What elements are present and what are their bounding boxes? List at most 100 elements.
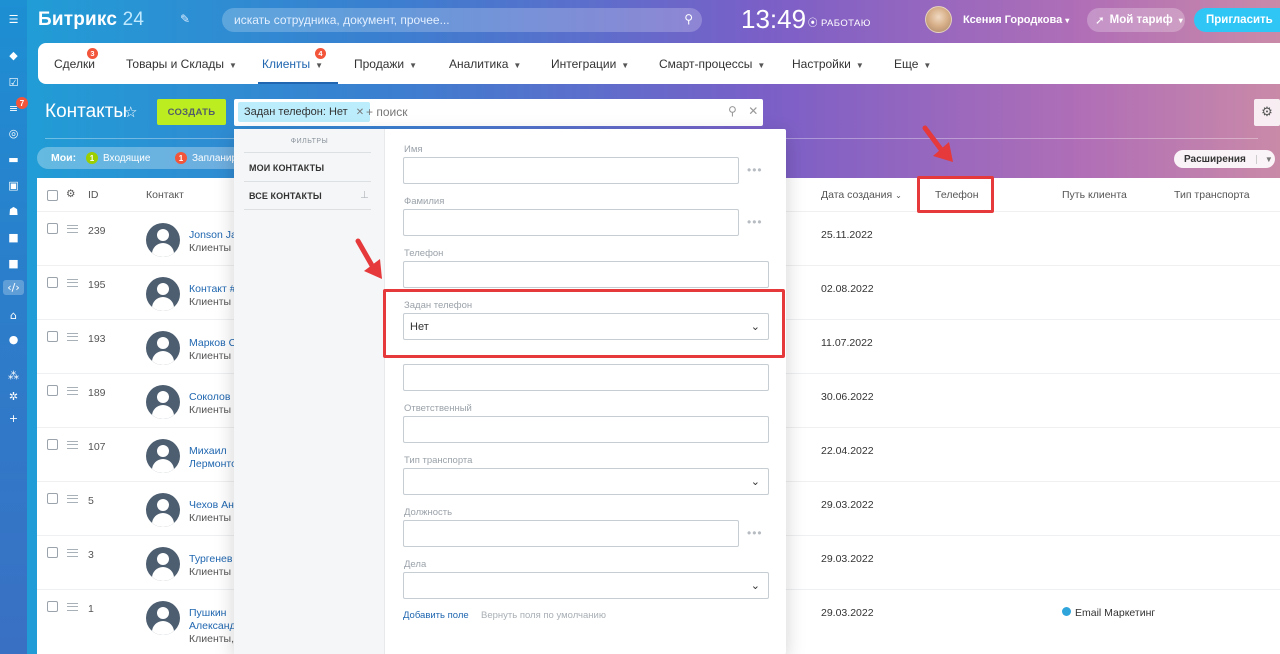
row-menu-icon[interactable] (67, 603, 78, 611)
work-status[interactable]: ⦿ РАБОТАЮ (808, 15, 871, 29)
select-all-checkbox[interactable] (47, 190, 58, 201)
contact-name-link-2[interactable]: Александ (189, 620, 236, 632)
menu-item-goods[interactable]: Товары и Склады ▼ (126, 57, 237, 71)
plus-icon[interactable]: + (6, 411, 21, 426)
menu-item-sales[interactable]: Продажи ▼ (354, 57, 417, 71)
box2-icon[interactable]: ■ (6, 256, 21, 271)
deals-select[interactable]: ⌄ (403, 572, 769, 599)
search-icon[interactable]: ⚲ (684, 12, 693, 26)
menu-item-settings[interactable]: Настройки ▼ (792, 57, 864, 71)
pin-icon[interactable]: ⊥ (360, 190, 369, 201)
box-icon[interactable]: ■ (6, 230, 21, 245)
counters-mine-label: Мои: (51, 152, 77, 164)
planned-label[interactable]: Запланир (192, 153, 237, 164)
robot-icon[interactable]: ☗ (6, 204, 21, 219)
menu-item-smart-processes[interactable]: Смарт-процессы ▼ (659, 57, 765, 71)
menu-item-more[interactable]: Еще ▼ (894, 57, 931, 71)
surname-field[interactable] (403, 209, 739, 236)
row-checkbox[interactable] (47, 223, 58, 234)
cart-icon[interactable]: ▬ (6, 152, 21, 167)
contact-name-link-2[interactable]: Лермонто (189, 458, 237, 470)
tariff-button[interactable]: ➚ Мой тариф ▾ (1087, 8, 1185, 32)
created-date: 02.08.2022 (821, 283, 874, 295)
filter-search-box[interactable]: Задан телефон: Нет ✕ + поиск ⚲ ✕ (234, 99, 763, 126)
contact-name-link[interactable]: Чехов Ант (189, 499, 239, 511)
contact-name-link[interactable]: Марков С (189, 337, 236, 349)
clock: 13:49 (741, 4, 807, 34)
clear-icon[interactable]: ✕ (748, 104, 758, 118)
menu-item-deals[interactable]: Сделки (54, 57, 95, 71)
row-menu-icon[interactable] (67, 225, 78, 233)
preset-my-contacts[interactable]: МОИ КОНТАКТЫ (249, 163, 324, 173)
column-header-path[interactable]: Путь клиента (1062, 189, 1127, 201)
row-menu-icon[interactable] (67, 333, 78, 341)
more-icon[interactable]: ••• (747, 163, 763, 177)
row-menu-icon[interactable] (67, 387, 78, 395)
row-menu-icon[interactable] (67, 441, 78, 449)
search-placeholder[interactable]: + поиск (366, 105, 407, 119)
contact-name-link[interactable]: Михаил (189, 445, 227, 457)
client-path[interactable]: Email Маркетинг (1062, 607, 1155, 619)
contact-type: Клиенты (189, 566, 232, 578)
add-field-link[interactable]: Добавить поле (403, 610, 469, 621)
incoming-label[interactable]: Входящие (103, 153, 150, 164)
check-circle-icon[interactable]: ● (6, 332, 21, 347)
column-header-created[interactable]: Дата создания ⌄ (821, 189, 902, 201)
reset-fields-link[interactable]: Вернуть поля по умолчанию (481, 610, 606, 621)
row-checkbox[interactable] (47, 547, 58, 558)
invite-button[interactable]: Пригласить (1194, 8, 1280, 32)
row-menu-icon[interactable] (67, 549, 78, 557)
row-checkbox[interactable] (47, 331, 58, 342)
target-icon[interactable]: ◎ (6, 126, 21, 141)
user-avatar[interactable] (925, 6, 952, 33)
crm-icon[interactable]: ◆ (6, 48, 21, 63)
chevron-down-icon: ▼ (229, 61, 237, 70)
preset-all-contacts[interactable]: ВСЕ КОНТАКТЫ (249, 191, 322, 201)
column-header-contact[interactable]: Контакт (146, 189, 184, 201)
star-icon[interactable]: ☆ (124, 103, 137, 121)
logo[interactable]: Битрикс 24 (38, 9, 144, 31)
transport-select[interactable]: ⌄ (403, 468, 769, 495)
code-icon[interactable]: ‹/› (3, 280, 24, 295)
global-search-input[interactable] (234, 8, 674, 32)
menu-icon[interactable]: ☰ (6, 12, 21, 27)
gear-icon[interactable]: ⚙ (66, 188, 75, 200)
bank-icon[interactable]: ⌂ (6, 308, 21, 323)
position-field[interactable] (403, 520, 739, 547)
user-menu[interactable]: Ксения Городкова ▾ (963, 14, 1069, 26)
row-checkbox[interactable] (47, 277, 58, 288)
responsible-field[interactable] (403, 416, 769, 443)
contact-name-link[interactable]: Тургенев (189, 553, 232, 565)
sitemap-icon[interactable]: ⁂ (6, 368, 21, 383)
row-menu-icon[interactable] (67, 495, 78, 503)
close-icon[interactable]: ✕ (356, 107, 364, 118)
contact-name-link[interactable]: Соколов В (189, 391, 240, 403)
menu-item-analytics[interactable]: Аналитика ▼ (449, 57, 521, 71)
row-checkbox[interactable] (47, 385, 58, 396)
menu-item-clients[interactable]: Клиенты ▼ (262, 57, 323, 71)
menu-badge-clients: 4 (315, 48, 326, 59)
menu-item-integrations[interactable]: Интеграции ▼ (551, 57, 629, 71)
row-menu-icon[interactable] (67, 279, 78, 287)
contact-name-link[interactable]: Пушкин (189, 607, 226, 619)
row-checkbox[interactable] (47, 601, 58, 612)
extra-field[interactable] (403, 364, 769, 391)
tasks-icon[interactable]: ☑ (6, 75, 21, 90)
create-button[interactable]: СОЗДАТЬ (157, 99, 226, 125)
settings-gear-button[interactable]: ⚙ (1254, 99, 1280, 126)
column-header-transport[interactable]: Тип транспорта (1174, 189, 1250, 201)
filter-chip[interactable]: Задан телефон: Нет ✕ (238, 102, 371, 122)
contact-name-link[interactable]: Контакт # (189, 283, 236, 295)
row-checkbox[interactable] (47, 439, 58, 450)
contact-card-icon[interactable]: ▣ (6, 178, 21, 193)
search-icon[interactable]: ⚲ (728, 104, 737, 118)
gear-icon[interactable]: ✲ (6, 389, 21, 404)
extensions-button[interactable]: Расширения ▼ (1174, 150, 1275, 168)
row-checkbox[interactable] (47, 493, 58, 504)
pencil-icon[interactable]: ✎ (180, 12, 190, 26)
column-header-id[interactable]: ID (88, 189, 99, 201)
more-icon[interactable]: ••• (747, 215, 763, 229)
phone-field[interactable] (403, 261, 769, 288)
name-field[interactable] (403, 157, 739, 184)
more-icon[interactable]: ••• (747, 526, 763, 540)
